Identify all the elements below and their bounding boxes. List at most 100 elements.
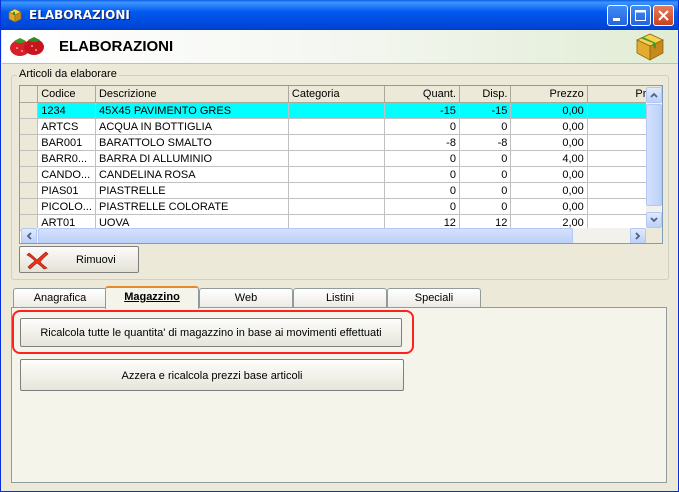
table-cell: 0 xyxy=(459,150,512,167)
tab-anagrafica[interactable]: Anagrafica xyxy=(13,288,107,307)
table-cell: PIAS01 xyxy=(37,182,96,199)
window-title: ELABORAZIONI xyxy=(29,8,130,22)
table-cell: 1234 xyxy=(37,102,96,119)
scroll-left-button[interactable] xyxy=(21,228,37,243)
reset-prices-button[interactable]: Azzera e ricalcola prezzi base articoli xyxy=(20,359,404,391)
row-indicator[interactable] xyxy=(20,134,39,151)
table-cell: ARTCS xyxy=(37,118,96,135)
table-cell: 0 xyxy=(384,182,460,199)
maximize-icon xyxy=(635,10,646,21)
table-row[interactable]: ARTCSACQUA IN BOTTIGLIA000,000, xyxy=(20,118,662,135)
table-cell: 45X45 PAVIMENTO GRES xyxy=(95,102,289,119)
column-header[interactable]: Prezzo xyxy=(510,86,588,103)
articles-grid[interactable]: Codice Descrizione Categoria Quant. Disp. Pre… xyxy=(19,85,663,244)
table-cell: -8 xyxy=(384,134,460,151)
column-header[interactable]: Quant. xyxy=(384,86,460,103)
table-cell: 0 xyxy=(459,182,512,199)
table-row[interactable]: 123445X45 PAVIMENTO GRES-15-150,000, xyxy=(20,102,662,119)
table-row[interactable]: BAR001BARATTOLO SMALTO-8-80,000, xyxy=(20,134,662,151)
table-cell: BAR001 xyxy=(37,134,96,151)
maximize-button[interactable] xyxy=(630,5,651,26)
table-cell: 0 xyxy=(459,118,512,135)
page-title: ELABORAZIONI xyxy=(59,38,174,55)
table-cell: 0 xyxy=(384,118,460,135)
table-row[interactable]: PIAS01PIASTRELLE000,000, xyxy=(20,182,662,199)
horizontal-scrollbar[interactable] xyxy=(21,228,646,243)
chevron-up-icon xyxy=(650,92,658,98)
table-cell: 0 xyxy=(459,198,512,215)
table-cell: 0 xyxy=(384,150,460,167)
table-cell xyxy=(288,166,385,183)
table-cell: 0,00 xyxy=(510,198,588,215)
table-cell: 0 xyxy=(384,166,460,183)
column-header[interactable]: Descrizione xyxy=(95,86,289,103)
table-cell xyxy=(288,134,385,151)
scroll-right-button[interactable] xyxy=(630,228,646,243)
table-cell: -15 xyxy=(384,102,460,119)
table-cell: CANDO... xyxy=(37,166,96,183)
vertical-scrollbar[interactable] xyxy=(646,87,662,228)
strawberry-icon xyxy=(10,37,44,56)
scroll-corner xyxy=(646,228,662,243)
tab-web[interactable]: Web xyxy=(199,288,293,307)
remove-button-label: Rimuovi xyxy=(76,254,116,266)
package-icon xyxy=(8,8,22,23)
tab-magazzino[interactable]: Magazzino xyxy=(105,286,199,309)
column-header[interactable]: Codice xyxy=(37,86,96,103)
chevron-right-icon xyxy=(635,232,641,240)
row-indicator[interactable] xyxy=(20,166,39,183)
package-icon xyxy=(636,33,664,61)
table-row[interactable]: PICOLO...PIASTRELLE COLORATE000,000, xyxy=(20,198,662,215)
row-indicator[interactable] xyxy=(20,150,39,167)
row-indicator[interactable] xyxy=(20,102,39,119)
column-header[interactable]: Categoria xyxy=(288,86,385,103)
table-cell: 0,00 xyxy=(510,118,588,135)
row-indicator[interactable] xyxy=(20,182,39,199)
title-bar[interactable]: ELABORAZIONI xyxy=(1,0,678,30)
table-cell: PICOLO... xyxy=(37,198,96,215)
magazzino-panel: Ricalcola tutte le quantita' di magazzin… xyxy=(11,307,667,483)
header-banner: ELABORAZIONI xyxy=(2,30,678,64)
app-window: ELABORAZIONI ELABORAZIONI Articoli da el… xyxy=(0,0,679,492)
tab-listini[interactable]: Listini xyxy=(293,288,387,307)
table-cell: BARR0... xyxy=(37,150,96,167)
table-cell: PIASTRELLE xyxy=(95,182,289,199)
table-cell: 0,00 xyxy=(510,134,588,151)
scroll-down-button[interactable] xyxy=(646,212,662,228)
table-row[interactable]: CANDO...CANDELINA ROSA000,000, xyxy=(20,166,662,183)
articles-table: Codice Descrizione Categoria Quant. Disp. Pre… xyxy=(20,86,662,231)
table-cell xyxy=(288,118,385,135)
table-cell xyxy=(288,182,385,199)
remove-button[interactable]: Rimuovi xyxy=(19,246,139,273)
table-cell: ACQUA IN BOTTIGLIA xyxy=(95,118,289,135)
table-cell: -15 xyxy=(459,102,512,119)
table-cell: 0,00 xyxy=(510,166,588,183)
table-cell xyxy=(288,198,385,215)
chevron-down-icon xyxy=(650,217,658,223)
groupbox-label: Articoli da elaborare xyxy=(17,68,119,80)
table-row[interactable]: BARR0...BARRA DI ALLUMINIO004,004, xyxy=(20,150,662,167)
tab-speciali[interactable]: Speciali xyxy=(387,288,481,307)
close-button[interactable] xyxy=(653,5,674,26)
table-cell: 0,00 xyxy=(510,102,588,119)
column-header[interactable]: Disp. xyxy=(459,86,512,103)
table-cell: 0 xyxy=(384,198,460,215)
minimize-button[interactable] xyxy=(607,5,628,26)
row-indicator-header xyxy=(20,86,39,103)
close-icon xyxy=(658,10,669,21)
table-cell: 0,00 xyxy=(510,182,588,199)
table-cell xyxy=(288,102,385,119)
horizontal-scroll-thumb[interactable] xyxy=(38,228,573,243)
table-header-row: Codice Descrizione Categoria Quant. Disp. Pre… xyxy=(20,86,662,103)
row-indicator[interactable] xyxy=(20,118,39,135)
table-cell: BARRA DI ALLUMINIO xyxy=(95,150,289,167)
scroll-up-button[interactable] xyxy=(646,87,662,103)
vertical-scroll-thumb[interactable] xyxy=(646,104,662,206)
recalc-stock-button[interactable]: Ricalcola tutte le quantita' di magazzin… xyxy=(20,318,402,347)
table-cell: PIASTRELLE COLORATE xyxy=(95,198,289,215)
table-cell: CANDELINA ROSA xyxy=(95,166,289,183)
table-cell: 0 xyxy=(459,166,512,183)
minimize-icon xyxy=(613,18,620,21)
table-cell xyxy=(288,150,385,167)
row-indicator[interactable] xyxy=(20,198,39,215)
